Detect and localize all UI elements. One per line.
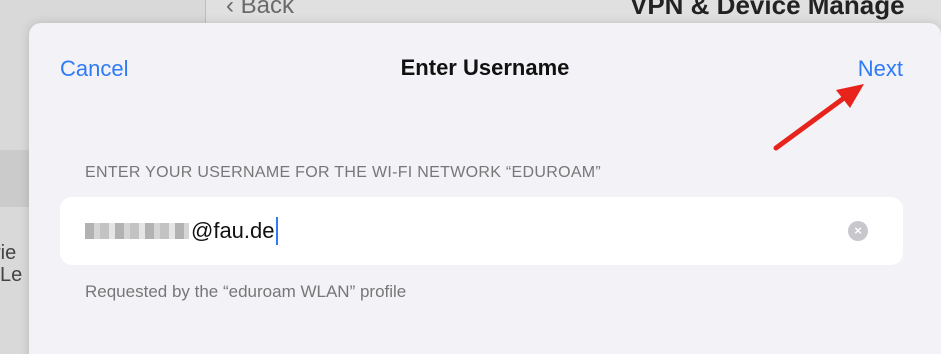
background-sidebar-text: Le [0,264,23,286]
redacted-username-blur [85,223,189,239]
sheet-title: Enter Username [400,55,570,80]
username-domain-text: @fau.de [191,218,275,243]
enter-username-sheet: Cancel Enter Username Next ENTER YOUR US… [29,23,941,354]
background-back-label: Back [240,0,295,19]
profile-footer-note: Requested by the “eduroam WLAN” profile [85,282,407,301]
background-back-button: ‹ Back [226,0,294,20]
background-page-title: VPN & Device Manage [630,0,905,20]
section-header: ENTER YOUR USERNAME FOR THE WI-FI NETWOR… [85,164,602,181]
username-value[interactable]: @fau.de [85,217,278,245]
username-field[interactable]: @fau.de × [60,197,903,265]
next-button[interactable]: Next [858,56,903,82]
text-cursor [275,217,278,245]
red-arrow-annotation-icon [773,84,864,151]
screen: ‹ Back VPN & Device Manage rie Le Cancel… [0,0,941,354]
clear-text-icon[interactable]: × [848,221,868,241]
background-sidebar-text: rie [0,242,17,264]
